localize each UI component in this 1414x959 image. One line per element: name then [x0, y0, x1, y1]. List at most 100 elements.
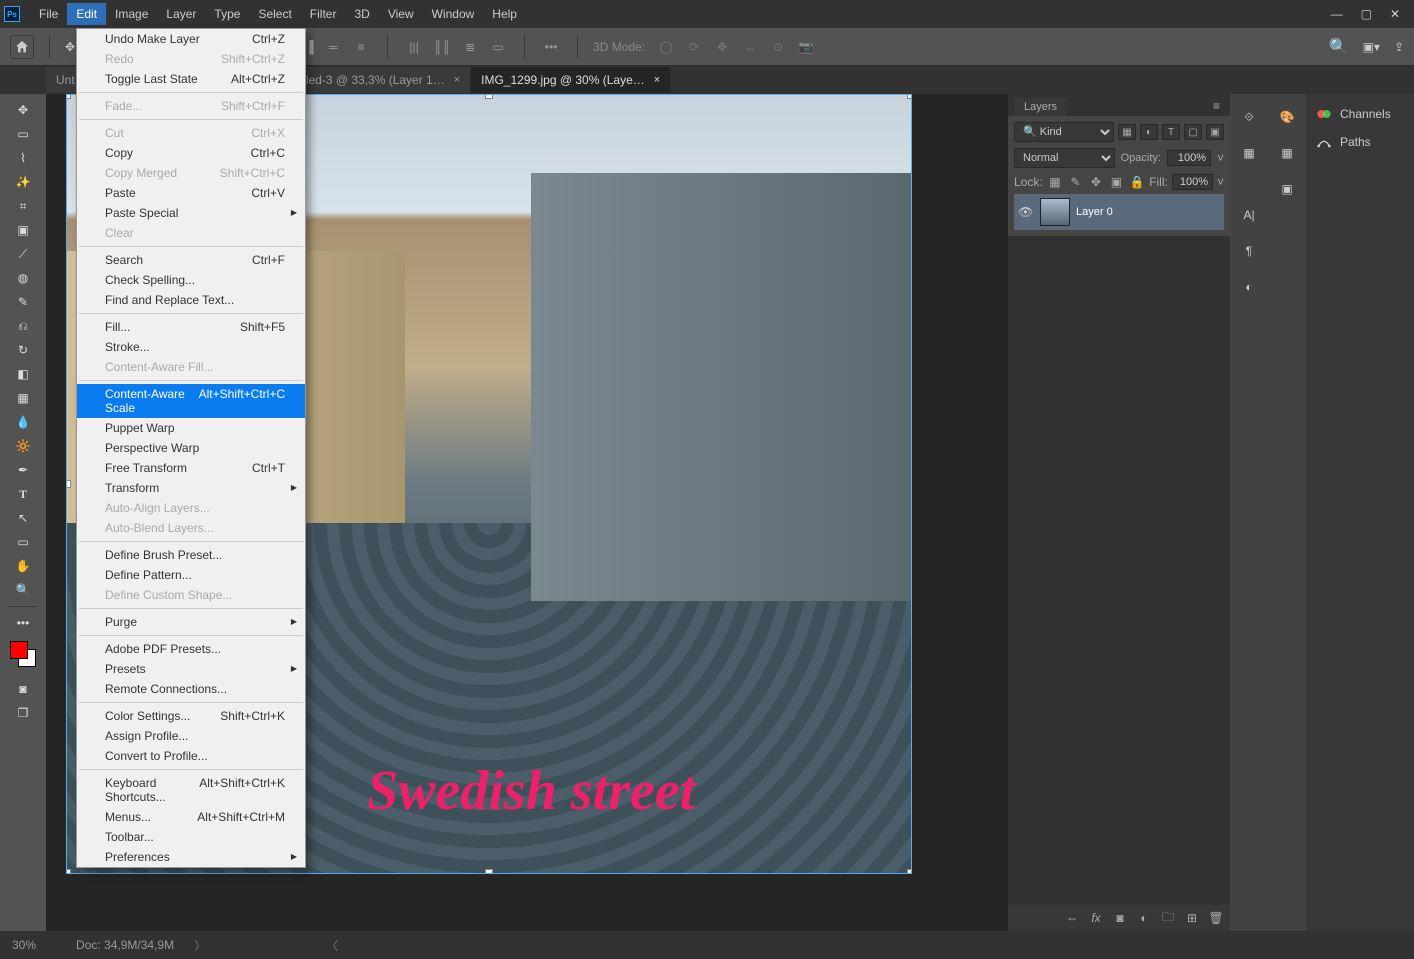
swatches-panel-icon[interactable]: ▦ — [1276, 142, 1298, 164]
maximize-icon[interactable]: ▢ — [1361, 7, 1372, 21]
layer-filter-select[interactable]: 🔍 Kind — [1014, 122, 1114, 142]
transform-handle[interactable] — [66, 480, 71, 488]
layer-row[interactable]: 👁 Layer 0 — [1014, 194, 1224, 230]
menu-item[interactable]: Convert to Profile... — [77, 746, 305, 766]
menu-type[interactable]: Type — [205, 3, 249, 25]
shape-tool[interactable]: ▭ — [8, 530, 38, 554]
lock-all-icon[interactable]: 🔒 — [1129, 174, 1146, 190]
transform-handle[interactable] — [485, 869, 493, 874]
color-swatch[interactable] — [10, 641, 36, 667]
menu-item[interactable]: Content-Aware ScaleAlt+Shift+Ctrl+C — [77, 384, 305, 418]
adjustment-layer-icon[interactable]: ◐ — [1136, 911, 1152, 925]
transform-handle[interactable] — [907, 480, 912, 488]
paragraph-icon[interactable]: ¶ — [1238, 240, 1260, 262]
more-options-icon[interactable]: ••• — [540, 36, 562, 58]
filter-type-icon[interactable]: T — [1162, 124, 1180, 140]
menu-3d[interactable]: 3D — [345, 3, 378, 25]
search-icon[interactable]: 🔍 — [1329, 37, 1349, 57]
distribute-3-icon[interactable]: ≣ — [459, 36, 481, 58]
link-layers-icon[interactable]: ⇔ — [1064, 911, 1080, 925]
filter-smart-icon[interactable]: ▣ — [1206, 124, 1224, 140]
pen-tool[interactable]: ✒ — [8, 458, 38, 482]
distribute-1-icon[interactable]: ||| — [403, 36, 425, 58]
new-layer-icon[interactable]: ⊞ — [1184, 911, 1200, 925]
menu-item[interactable]: Transform — [77, 478, 305, 498]
3d-camera-icon[interactable]: 📷 — [795, 36, 817, 58]
filter-pixel-icon[interactable]: ▦ — [1118, 124, 1136, 140]
transform-handle[interactable] — [66, 869, 71, 874]
paths-panel-item[interactable]: Paths — [1306, 128, 1414, 156]
menu-item[interactable]: Adobe PDF Presets... — [77, 639, 305, 659]
scroll-left-icon[interactable]: 〈 — [326, 937, 338, 954]
filter-adjust-icon[interactable]: ◐ — [1140, 124, 1158, 140]
3d-orbit-icon[interactable]: ◯ — [655, 36, 677, 58]
menu-item[interactable]: Preferences — [77, 847, 305, 867]
panel-menu-icon[interactable]: ≡ — [1209, 96, 1224, 116]
3d-roll-icon[interactable]: ⟳ — [683, 36, 705, 58]
align-top-icon[interactable]: ═ — [322, 36, 344, 58]
edit-toolbar-button[interactable]: ••• — [8, 611, 38, 635]
blur-tool[interactable]: 💧 — [8, 410, 38, 434]
menu-item[interactable]: Free TransformCtrl+T — [77, 458, 305, 478]
layer-name[interactable]: Layer 0 — [1076, 206, 1113, 218]
3d-zoom-icon[interactable]: ⊙ — [767, 36, 789, 58]
fill-value[interactable]: 100% — [1172, 174, 1213, 190]
menu-item[interactable]: Toolbar... — [77, 827, 305, 847]
close-tab-icon[interactable]: × — [654, 74, 660, 86]
libraries-panel-icon[interactable]: ▣ — [1276, 178, 1298, 200]
quick-mask-tool[interactable]: ◙ — [8, 677, 38, 701]
blend-mode-select[interactable]: Normal — [1014, 148, 1115, 168]
zoom-level[interactable]: 30% — [12, 938, 36, 952]
menu-image[interactable]: Image — [106, 3, 157, 25]
move-tool[interactable]: ✥ — [8, 98, 38, 122]
menu-item[interactable]: Assign Profile... — [77, 726, 305, 746]
menu-item[interactable]: Purge — [77, 612, 305, 632]
delete-layer-icon[interactable]: 🗑 — [1208, 911, 1224, 925]
glyphs-icon[interactable]: ◐ — [1238, 276, 1260, 298]
lock-transparency-icon[interactable]: ▦ — [1047, 174, 1064, 190]
menu-item[interactable]: Remote Connections... — [77, 679, 305, 699]
menu-item[interactable]: PasteCtrl+V — [77, 183, 305, 203]
dodge-tool[interactable]: 🔆 — [8, 434, 38, 458]
frame-tool[interactable]: ▣ — [8, 218, 38, 242]
status-arrow-icon[interactable]: 〉 — [194, 937, 206, 954]
distribute-4-icon[interactable]: ▭ — [487, 36, 509, 58]
menu-item[interactable]: Puppet Warp — [77, 418, 305, 438]
menu-item[interactable]: Color Settings...Shift+Ctrl+K — [77, 706, 305, 726]
menu-item[interactable]: Menus...Alt+Shift+Ctrl+M — [77, 807, 305, 827]
color-panel-icon[interactable]: 🎨 — [1276, 106, 1298, 128]
eyedropper-tool[interactable]: ⟋ — [8, 242, 38, 266]
screen-mode-tool[interactable]: ❐ — [8, 701, 38, 725]
menu-item[interactable]: SearchCtrl+F — [77, 250, 305, 270]
path-select-tool[interactable]: ↖ — [8, 506, 38, 530]
menu-item[interactable]: CopyCtrl+C — [77, 143, 305, 163]
magic-wand-tool[interactable]: ✨ — [8, 170, 38, 194]
menu-item[interactable]: Find and Replace Text... — [77, 290, 305, 310]
lock-artboard-icon[interactable]: ▣ — [1108, 174, 1125, 190]
brush-tool[interactable]: ✎ — [8, 290, 38, 314]
close-tab-icon[interactable]: × — [454, 74, 460, 86]
align-middle-icon[interactable]: ≡ — [350, 36, 372, 58]
menu-item[interactable]: Presets — [77, 659, 305, 679]
transform-handle[interactable] — [907, 94, 912, 99]
transform-handle[interactable] — [907, 869, 912, 874]
menu-item[interactable]: Define Pattern... — [77, 565, 305, 585]
healing-brush-tool[interactable]: ◍ — [8, 266, 38, 290]
menu-window[interactable]: Window — [423, 3, 484, 25]
menu-view[interactable]: View — [379, 3, 423, 25]
marquee-tool[interactable]: ▭ — [8, 122, 38, 146]
doc-size[interactable]: Doc: 34,9M/34,9M — [76, 938, 174, 952]
menu-item[interactable]: Stroke... — [77, 337, 305, 357]
opacity-value[interactable]: 100% — [1167, 150, 1211, 166]
crop-tool[interactable]: ⌗ — [8, 194, 38, 218]
menu-help[interactable]: Help — [483, 3, 526, 25]
menu-item[interactable]: Perspective Warp — [77, 438, 305, 458]
distribute-2-icon[interactable]: ║║ — [431, 36, 453, 58]
document-tab[interactable]: IMG_1299.jpg @ 30% (Layer 0, RGB/8#) *× — [471, 67, 671, 93]
3d-pan-icon[interactable]: ✥ — [711, 36, 733, 58]
layer-fx-icon[interactable]: fx — [1088, 911, 1104, 925]
lasso-tool[interactable]: ⌇ — [8, 146, 38, 170]
transform-handle[interactable] — [66, 94, 71, 99]
menu-edit[interactable]: Edit — [67, 3, 106, 25]
history-brush-tool[interactable]: ↻ — [8, 338, 38, 362]
